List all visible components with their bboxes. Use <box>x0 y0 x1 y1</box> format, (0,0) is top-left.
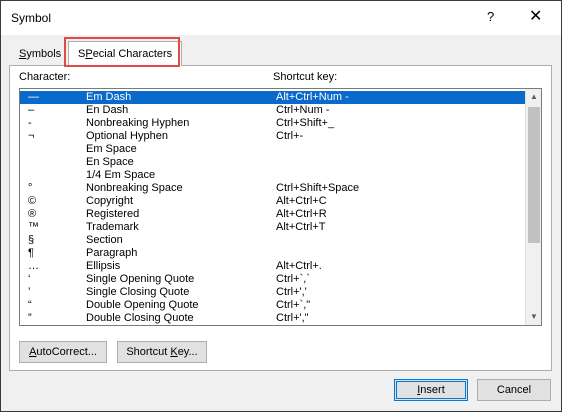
list-item-character: © <box>28 195 37 207</box>
shortcut-key-label-pre: Shortcut <box>126 346 171 358</box>
tab-special-characters[interactable]: SPecial Characters <box>68 41 183 66</box>
help-icon[interactable]: ? <box>487 9 494 24</box>
list-item-shortcut: Ctrl+'," <box>276 312 309 324</box>
list-item[interactable]: ° Nonbreaking Space Ctrl+Shift+Space <box>20 182 525 195</box>
shortcut-key-label-post: ey... <box>177 346 198 358</box>
list-item[interactable]: … Ellipsis Alt+Ctrl+. <box>20 260 525 273</box>
list-item-character: … <box>28 260 39 272</box>
autocorrect-button[interactable]: AutoCorrect... <box>19 341 107 363</box>
list-item-character: ™ <box>28 221 39 233</box>
list-item-name: Paragraph <box>86 247 138 259</box>
list-item-character: § <box>28 234 35 246</box>
autocorrect-label: utoCorrect... <box>36 346 97 358</box>
scroll-thumb[interactable] <box>528 107 540 243</box>
list-item-name: Double Closing Quote <box>86 312 194 324</box>
list-item-name: Nonbreaking Space <box>86 182 183 194</box>
list-item-name: Registered <box>86 208 140 220</box>
list-item[interactable]: ® Registered Alt+Ctrl+R <box>20 208 525 221</box>
tab-symbols[interactable]: Symbols <box>13 44 67 64</box>
list-item-character: ” <box>28 312 32 324</box>
list-item-shortcut: Ctrl+Num - <box>276 104 330 116</box>
list-item-shortcut: Alt+Ctrl+. <box>276 260 322 272</box>
list-item[interactable]: ™ Trademark Alt+Ctrl+T <box>20 221 525 234</box>
list-item[interactable]: “ Double Opening Quote Ctrl+`," <box>20 299 525 312</box>
list-item-name: 1/4 Em Space <box>86 169 156 181</box>
list-item-shortcut: Ctrl+`," <box>276 299 311 311</box>
shortcut-key-mnemonic: K <box>170 346 178 358</box>
list-item[interactable]: En Space <box>20 156 525 169</box>
list-item-name: Ellipsis <box>86 260 121 272</box>
list-item-name: Copyright <box>86 195 134 207</box>
list-item-shortcut: Ctrl+Shift+_ <box>276 117 335 129</box>
list-item[interactable]: § Section <box>20 234 525 247</box>
vertical-scrollbar[interactable]: ▲ ▼ <box>525 89 541 325</box>
insert-mnemonic: I <box>417 384 421 396</box>
list-item-name: Trademark <box>86 221 139 233</box>
title-bar: Symbol ? ✕ <box>1 1 561 35</box>
list-rows: — Em Dash Alt+Ctrl+Num - – En Dash Ctrl+Num -… <box>20 91 525 325</box>
symbol-dialog: Symbol ? ✕ Symbols SPecial Characters Ch… <box>0 0 562 412</box>
list-item-name: En Space <box>86 156 134 168</box>
list-item-shortcut: Ctrl+Shift+Space <box>276 182 360 194</box>
list-item-shortcut: Alt+Ctrl+R <box>276 208 327 220</box>
list-item-name: Double Opening Quote <box>86 299 199 311</box>
list-item-character: ¶ <box>28 247 34 259</box>
list-item-shortcut: Alt+Ctrl+Num - <box>276 91 349 103</box>
insert-label: nsert <box>420 384 445 396</box>
list-item-shortcut: Alt+Ctrl+T <box>276 221 326 233</box>
tab-symbols-label: ymbols <box>26 48 62 60</box>
list-item-character: ‘ <box>28 273 31 285</box>
list-item-shortcut: Ctrl+',' <box>276 286 307 298</box>
list-item-name: Single Opening Quote <box>86 273 195 285</box>
list-item[interactable]: — Em Dash Alt+Ctrl+Num - <box>20 91 525 104</box>
list-item[interactable]: ¶ Paragraph <box>20 247 525 260</box>
list-item[interactable]: ¬ Optional Hyphen Ctrl+- <box>20 130 525 143</box>
list-item[interactable]: ‑ Nonbreaking Hyphen Ctrl+Shift+_ <box>20 117 525 130</box>
cancel-button[interactable]: Cancel <box>477 379 551 401</box>
list-item-shortcut: Alt+Ctrl+C <box>276 195 327 207</box>
list-item-name: Em Space <box>86 143 137 155</box>
list-item-name: En Dash <box>86 104 129 116</box>
list-item-character: ° <box>28 182 33 194</box>
list-item[interactable]: 1/4 Em Space <box>20 169 525 182</box>
list-item-character: – <box>28 104 35 116</box>
special-characters-list[interactable]: — Em Dash Alt+Ctrl+Num - – En Dash Ctrl+Num -… <box>19 88 542 326</box>
tab-special-mnemonic: P <box>85 48 93 60</box>
list-item-shortcut: Ctrl+- <box>276 130 304 142</box>
dialog-title: Symbol <box>11 11 52 25</box>
list-item-name: Single Closing Quote <box>86 286 190 298</box>
list-item[interactable]: – En Dash Ctrl+Num - <box>20 104 525 117</box>
list-item-shortcut: Ctrl+`,` <box>276 273 310 285</box>
list-item-name: Nonbreaking Hyphen <box>86 117 190 129</box>
scroll-up-icon[interactable]: ▲ <box>526 89 541 105</box>
list-item-character: ¬ <box>28 130 35 142</box>
list-item-character: ’ <box>28 286 31 298</box>
close-icon[interactable]: ✕ <box>529 6 542 26</box>
list-item-character: ‑ <box>28 117 32 129</box>
list-item[interactable]: ’ Single Closing Quote Ctrl+',' <box>20 286 525 299</box>
column-header-character: Character: <box>19 71 71 83</box>
column-header-shortcut: Shortcut key: <box>273 71 338 83</box>
scroll-down-icon[interactable]: ▼ <box>526 309 541 325</box>
list-item-name: Section <box>86 234 123 246</box>
list-item-name: Optional Hyphen <box>86 130 168 142</box>
list-item-name: Em Dash <box>86 91 132 103</box>
list-item[interactable]: ” Double Closing Quote Ctrl+'," <box>20 312 525 325</box>
list-item-character: “ <box>28 299 32 311</box>
tab-special-label: ecial Characters <box>92 48 173 60</box>
insert-button[interactable]: Insert <box>394 379 468 401</box>
list-item-character: ® <box>28 208 37 220</box>
shortcut-key-button[interactable]: Shortcut Key... <box>117 341 207 363</box>
list-item[interactable]: © Copyright Alt+Ctrl+C <box>20 195 525 208</box>
list-item[interactable]: Em Space <box>20 143 525 156</box>
list-item-character: — <box>28 91 39 103</box>
list-item[interactable]: ‘ Single Opening Quote Ctrl+`,` <box>20 273 525 286</box>
